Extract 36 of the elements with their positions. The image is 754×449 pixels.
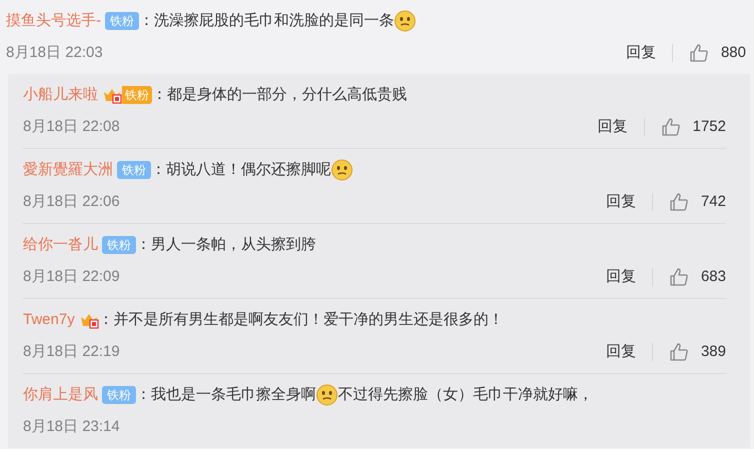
like-button[interactable]: 1752 bbox=[660, 116, 726, 138]
reply-button[interactable]: 回复 bbox=[606, 341, 636, 363]
comment-text: ：洗澡擦屁股的毛巾和洗脸的是同一条 bbox=[139, 11, 394, 31]
emoji-icon bbox=[394, 10, 416, 32]
fan-badge: 铁粉 bbox=[102, 236, 136, 254]
comment-time: 8月18日 22:08 bbox=[23, 117, 120, 137]
comment-text: ：男人一条帕，从头擦到胯 bbox=[136, 235, 316, 255]
fan-badge: 铁粉 bbox=[102, 386, 136, 404]
thumbs-up-icon bbox=[688, 43, 709, 63]
fan-badge: 铁粉 bbox=[117, 161, 151, 179]
comment-time: 8月18日 23:14 bbox=[23, 417, 120, 437]
emoji-icon bbox=[316, 384, 338, 406]
thumbs-up-icon bbox=[668, 267, 689, 287]
comment-text: ：都是身体的一部分，分什么高低贵贱 bbox=[152, 85, 407, 105]
reply-button[interactable]: 回复 bbox=[606, 191, 636, 213]
like-button[interactable]: 880 bbox=[688, 42, 746, 64]
comment-time: 8月18日 22:09 bbox=[23, 267, 120, 287]
comment-time: 8月18日 22:03 bbox=[6, 43, 103, 63]
reply-button[interactable]: 回复 bbox=[598, 116, 628, 138]
reply-button[interactable]: 回复 bbox=[606, 266, 636, 288]
comment-text: ：并不是所有男生都是啊友友们！爱干净的男生还是很多的！ bbox=[98, 310, 504, 330]
like-button[interactable]: 389 bbox=[668, 341, 726, 363]
like-button[interactable]: 742 bbox=[668, 191, 726, 213]
comment-time: 8月18日 22:06 bbox=[23, 192, 120, 212]
like-button[interactable]: 683 bbox=[668, 266, 726, 288]
comment-text: ：我也是一条毛巾擦全身啊 bbox=[136, 385, 316, 405]
reply-button[interactable]: 回复 bbox=[626, 42, 656, 64]
thumbs-up-icon bbox=[668, 192, 689, 212]
fan-badge: 铁粉 bbox=[122, 86, 152, 104]
thumbs-up-icon bbox=[660, 117, 681, 137]
comment-text: 不过得先擦脸（女）毛巾干净就好嘛， bbox=[338, 385, 593, 405]
emoji-icon bbox=[331, 159, 353, 181]
fan-badge: 铁粉 bbox=[105, 12, 139, 30]
comment-time: 8月18日 22:19 bbox=[23, 342, 120, 362]
thumbs-up-icon bbox=[668, 342, 689, 362]
comment-text: ：胡说八道！偶尔还擦脚呢 bbox=[151, 160, 331, 180]
